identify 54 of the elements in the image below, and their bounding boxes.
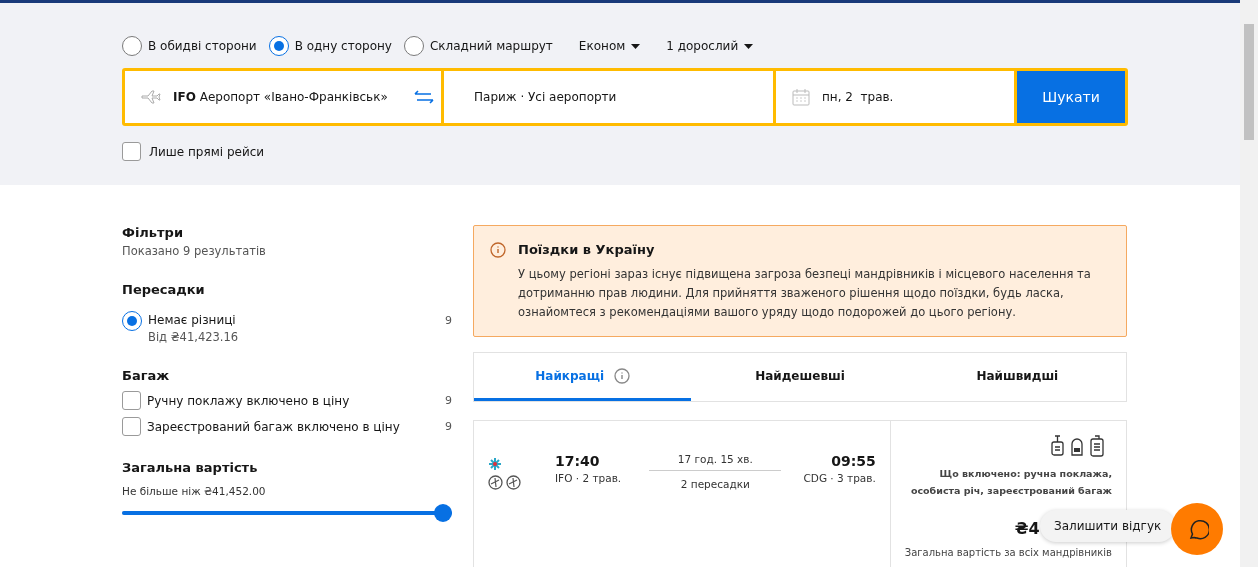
trip-type-radio[interactable]: В одну сторону [268, 36, 392, 56]
stops-radio[interactable] [122, 311, 142, 331]
trip-type-radio[interactable]: Складний маршрут [403, 36, 553, 56]
baggage-checkbox[interactable] [122, 417, 141, 436]
direct-flights-checkbox[interactable] [122, 142, 141, 161]
caret-icon [631, 43, 641, 49]
direct-flights-label: Лише прямі рейси [149, 144, 265, 159]
flight-duration: 17 год. 15 хв. [677, 453, 753, 465]
price-slider[interactable] [122, 504, 452, 522]
option-count: 9 [445, 314, 452, 327]
airline-logo-icon [506, 475, 521, 490]
swap-icon[interactable] [413, 90, 435, 104]
baggage-heading: Багаж [122, 368, 171, 383]
date-field[interactable]: пн, 2 трав. [776, 71, 1014, 123]
airline-logo-icon [488, 457, 502, 471]
stops-option-price: Від ₴41,423.16 [148, 330, 239, 344]
price-limit-caption: Не більше ніж ₴41,452.00 [122, 485, 267, 497]
scrollbar-thumb[interactable] [1244, 24, 1254, 140]
option-count: 9 [445, 420, 452, 433]
departure-time: 17:40 [555, 453, 601, 469]
price-note: Загальна вартість за всіх мандрівників [904, 547, 1112, 558]
arrival-info: CDG · 3 трав. [803, 472, 876, 484]
baggage-option-label: Зареєстрований багаж включено в ціну [147, 419, 400, 434]
results-count: Показано 9 результатів [122, 244, 267, 258]
caret-icon [744, 43, 754, 49]
price-heading: Загальна вартість [122, 460, 259, 475]
alert-title: Поїздки в Україну [518, 242, 656, 257]
arrival-time: 09:55 [830, 453, 876, 469]
stops-heading: Пересадки [122, 282, 206, 297]
stops-option-label: Немає різниці [148, 313, 237, 327]
slider-thumb[interactable] [434, 504, 452, 522]
trip-type-radio[interactable]: В обидві сторони [122, 36, 257, 56]
chat-button[interactable] [1171, 503, 1223, 555]
stops-count: 2 пересадки [680, 478, 750, 490]
luggage-icon [1090, 435, 1104, 457]
backpack-icon [1070, 435, 1084, 457]
alert-text: У цьому регіоні зараз існує підвищена загроза безпеці мандрівників і місцевого населення та дотриманню прав людини. Для прийняття зваженого рішення щодо поїздки, будь ласка, ознайомтеся з рекомендаціями вашого уряду щодо подорожей до цього регіону. [518, 266, 1092, 321]
baggage-option-label: Ручну поклажу включено в ціну [147, 393, 350, 408]
included-baggage-text: Що включено: ручна поклажа, особиста річ, зареєстрований багаж [909, 467, 1112, 498]
option-count: 9 [445, 394, 452, 407]
passengers-dropdown[interactable]: 1 дорослий [666, 39, 754, 53]
departure-info: IFO · 2 трав. [555, 472, 622, 484]
info-icon [490, 242, 506, 258]
origin-field[interactable]: IFO Аеропорт «Івано-Франківськ» [125, 71, 441, 123]
cabin-dropdown[interactable]: Економ [578, 39, 641, 53]
destination-field[interactable]: Париж · Усі аеропорти [444, 71, 773, 123]
suitcase-icon [1051, 435, 1064, 457]
airline-logo-icon [488, 475, 503, 490]
calendar-icon [792, 88, 810, 106]
baggage-checkbox[interactable] [122, 391, 141, 410]
search-button[interactable]: Шукати [1017, 71, 1125, 123]
filters-title: Фільтри [122, 225, 185, 240]
plane-icon [141, 90, 161, 104]
flight-price: ₴4 [1014, 519, 1040, 538]
